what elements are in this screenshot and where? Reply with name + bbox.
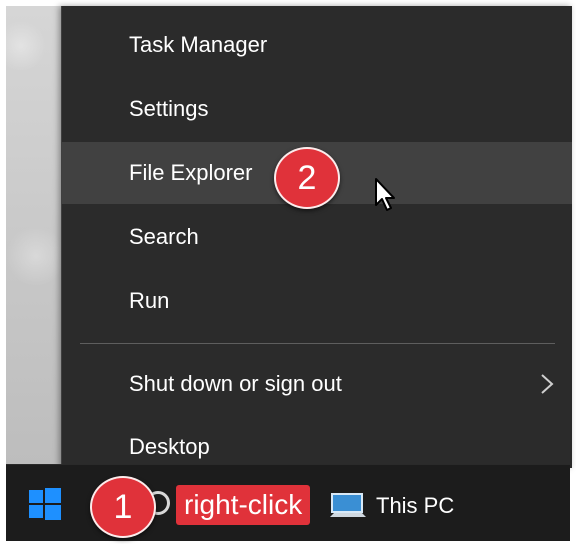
menu-item-label: Shut down or sign out [129,371,342,396]
menu-item-label: Run [129,288,170,313]
step-1-badge: 1 [90,476,156,538]
menu-item-shut-down[interactable]: Shut down or sign out [62,353,572,415]
menu-item-label: File Explorer [129,160,253,185]
menu-item-task-manager[interactable]: Task Manager [62,14,572,76]
menu-item-label: Desktop [129,434,210,459]
menu-item-run[interactable]: Run [62,270,572,332]
computer-icon [330,493,366,517]
mouse-cursor-icon [375,178,395,211]
menu-item-label: Settings [129,96,209,121]
menu-item-settings[interactable]: Settings [62,78,572,140]
right-click-callout: right-click [176,485,311,525]
screenshot-frame: Task Manager Settings File Explorer Sear… [0,0,576,544]
menu-item-label: Task Manager [129,32,268,57]
this-pc-label: This PC [376,493,455,518]
windows-start-icon[interactable] [28,487,62,521]
menu-item-search[interactable]: Search [62,206,572,268]
taskbar-this-pc[interactable]: This PC [330,478,454,534]
winx-context-menu: Task Manager Settings File Explorer Sear… [61,6,572,468]
chevron-right-icon [541,374,554,394]
menu-item-label: Search [129,224,199,249]
menu-divider [80,343,555,344]
step-2-badge: 2 [274,147,340,209]
